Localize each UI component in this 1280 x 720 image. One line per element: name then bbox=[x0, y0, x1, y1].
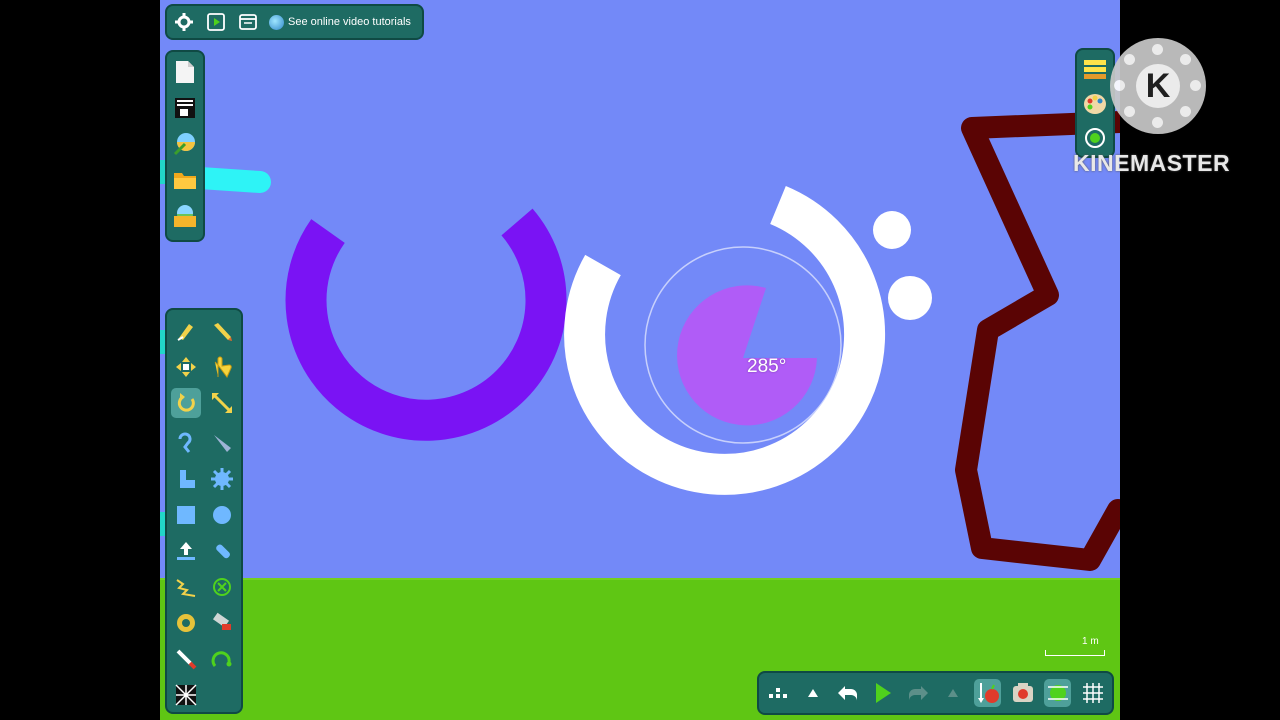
scale-bar bbox=[1045, 650, 1105, 656]
expand-up-icon[interactable] bbox=[800, 679, 827, 707]
image-folder-icon[interactable] bbox=[172, 202, 198, 230]
grid-icon[interactable] bbox=[1079, 679, 1106, 707]
scale-label: 1 m bbox=[1082, 636, 1099, 647]
cyan-shape[interactable] bbox=[189, 167, 271, 193]
open-folder-icon[interactable] bbox=[172, 166, 198, 194]
rotation-angle-readout: 285° bbox=[747, 356, 787, 377]
logo-dot bbox=[1152, 44, 1163, 55]
play-simulation-icon[interactable] bbox=[870, 679, 897, 707]
hinge-tool-icon[interactable] bbox=[171, 608, 201, 638]
edit-properties-icon[interactable] bbox=[172, 130, 198, 158]
gear-tool-icon[interactable] bbox=[207, 464, 237, 494]
text-box-icon[interactable] bbox=[172, 94, 198, 122]
kinemaster-watermark-text: KINEMASTER bbox=[1073, 150, 1231, 176]
knife-tool-icon[interactable] bbox=[207, 428, 237, 458]
tools-panel bbox=[165, 308, 243, 714]
camera-follow-icon[interactable] bbox=[1009, 679, 1036, 707]
logo-dot bbox=[1180, 106, 1191, 117]
globe-icon bbox=[269, 14, 284, 30]
purple-arc-shape[interactable] bbox=[285, 208, 567, 441]
logo-dot bbox=[1124, 54, 1135, 65]
tutorials-link-label: See online video tutorials bbox=[288, 16, 411, 28]
texture-tool-icon[interactable] bbox=[171, 680, 201, 710]
kinemaster-logo: K bbox=[1110, 38, 1206, 134]
sketch-tool-icon[interactable] bbox=[171, 316, 201, 346]
thruster-tool-icon[interactable] bbox=[171, 536, 201, 566]
box-tool-icon[interactable] bbox=[171, 500, 201, 530]
polygon-tool-icon[interactable] bbox=[171, 464, 201, 494]
play-icon[interactable] bbox=[205, 11, 227, 33]
logo-dot bbox=[1124, 106, 1135, 117]
canvas-stage[interactable] bbox=[160, 0, 1120, 720]
plane-tool-icon[interactable] bbox=[207, 536, 237, 566]
move-tool-icon[interactable] bbox=[171, 352, 201, 382]
logo-dot bbox=[1190, 80, 1201, 91]
circle-tool-icon[interactable] bbox=[207, 500, 237, 530]
small-circle-shape[interactable] bbox=[873, 211, 911, 249]
menu-icon[interactable] bbox=[765, 679, 792, 707]
pencil-tool-icon[interactable] bbox=[207, 316, 237, 346]
gravity-icon[interactable] bbox=[974, 679, 1002, 707]
grid-snap-icon[interactable] bbox=[1044, 679, 1072, 707]
scale-tool-icon[interactable] bbox=[207, 388, 237, 418]
right-panel bbox=[1075, 48, 1115, 158]
logo-dot bbox=[1152, 117, 1163, 128]
new-scene-icon[interactable] bbox=[172, 58, 198, 86]
logo-dot bbox=[1114, 80, 1125, 91]
tutorials-link[interactable]: See online video tutorials bbox=[269, 14, 411, 30]
expand-up-icon[interactable] bbox=[940, 679, 967, 707]
rope-tool-icon[interactable] bbox=[171, 428, 201, 458]
layers-icon[interactable] bbox=[1082, 56, 1108, 84]
gear-icon[interactable] bbox=[173, 11, 195, 33]
tracer-tool-icon[interactable] bbox=[207, 644, 237, 674]
top-toolbar: See online video tutorials bbox=[165, 4, 424, 40]
logo-dot bbox=[1180, 54, 1191, 65]
scene-drawing[interactable] bbox=[160, 0, 1120, 720]
small-circle-shape[interactable] bbox=[888, 276, 932, 320]
fixate-tool-icon[interactable] bbox=[207, 572, 237, 602]
window-icon[interactable] bbox=[237, 11, 259, 33]
undo-icon[interactable] bbox=[835, 679, 862, 707]
palette-icon[interactable] bbox=[1082, 90, 1108, 118]
bottom-bar bbox=[757, 671, 1114, 715]
drag-hand-icon[interactable] bbox=[207, 352, 237, 382]
dark-red-shape[interactable] bbox=[955, 111, 1120, 571]
record-icon[interactable] bbox=[1082, 124, 1108, 152]
kinemaster-logo-letter: K bbox=[1136, 64, 1180, 108]
pen-tool-icon[interactable] bbox=[171, 644, 201, 674]
spring-tool-icon[interactable] bbox=[171, 572, 201, 602]
rotate-tool-icon[interactable] bbox=[171, 388, 201, 418]
laser-tool-icon[interactable] bbox=[207, 608, 237, 638]
redo-icon[interactable] bbox=[905, 679, 932, 707]
file-panel bbox=[165, 50, 205, 242]
